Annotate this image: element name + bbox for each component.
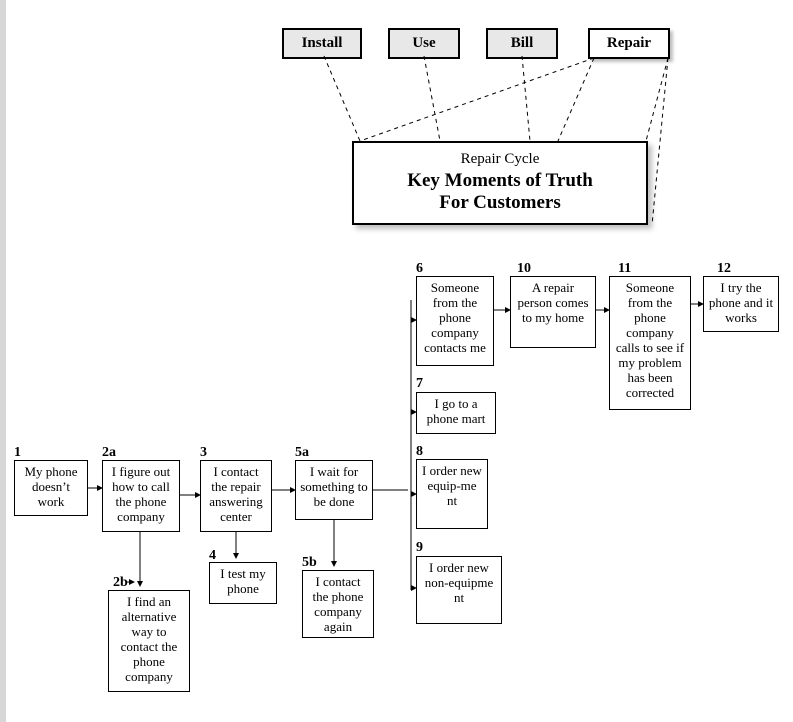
- label-7: 7: [416, 376, 423, 392]
- title-line2: Key Moments of Truth: [354, 170, 646, 192]
- tab-repair: Repair: [588, 28, 670, 59]
- node-5a: I wait for something to be done: [295, 460, 373, 520]
- node-7: I go to a phone mart: [416, 392, 496, 434]
- node-2a: I figure out how to call the phone compa…: [102, 460, 180, 532]
- tab-use: Use: [388, 28, 460, 59]
- node-6: Someone from the phone company contacts …: [416, 276, 494, 366]
- label-1: 1: [14, 445, 21, 461]
- node-3: I contact the repair answering center: [200, 460, 272, 532]
- label-12: 12: [717, 261, 731, 277]
- label-3: 3: [200, 445, 207, 461]
- label-2a: 2a: [102, 445, 116, 461]
- left-margin-shade: [0, 0, 6, 722]
- title-line3: For Customers: [354, 192, 646, 214]
- label-2b: 2b: [113, 575, 128, 591]
- label-5b: 5b: [302, 555, 317, 571]
- label-10: 10: [517, 261, 531, 277]
- node-2b: I find an alternative way to contact the…: [108, 590, 190, 692]
- label-8: 8: [416, 444, 423, 460]
- node-10: A repair person comes to my home: [510, 276, 596, 348]
- title-line1: Repair Cycle: [354, 151, 646, 168]
- node-9: I order new non-equipme nt: [416, 556, 502, 624]
- node-5b: I contact the phone company again: [302, 570, 374, 638]
- node-1: My phone doesn’t work: [14, 460, 88, 516]
- label-11: 11: [618, 261, 631, 277]
- node-4: I test my phone: [209, 562, 277, 604]
- label-9: 9: [416, 540, 423, 556]
- tab-install: Install: [282, 28, 362, 59]
- node-12: I try the phone and it works: [703, 276, 779, 332]
- label-6: 6: [416, 261, 423, 277]
- node-11: Someone from the phone company calls to …: [609, 276, 691, 410]
- label-5a: 5a: [295, 445, 309, 461]
- diagram-canvas: Install Use Bill Repair Repair Cycle Key…: [0, 0, 793, 722]
- tab-bill: Bill: [486, 28, 558, 59]
- node-8: I order new equip-me nt: [416, 459, 488, 529]
- title-box: Repair Cycle Key Moments of Truth For Cu…: [352, 141, 648, 225]
